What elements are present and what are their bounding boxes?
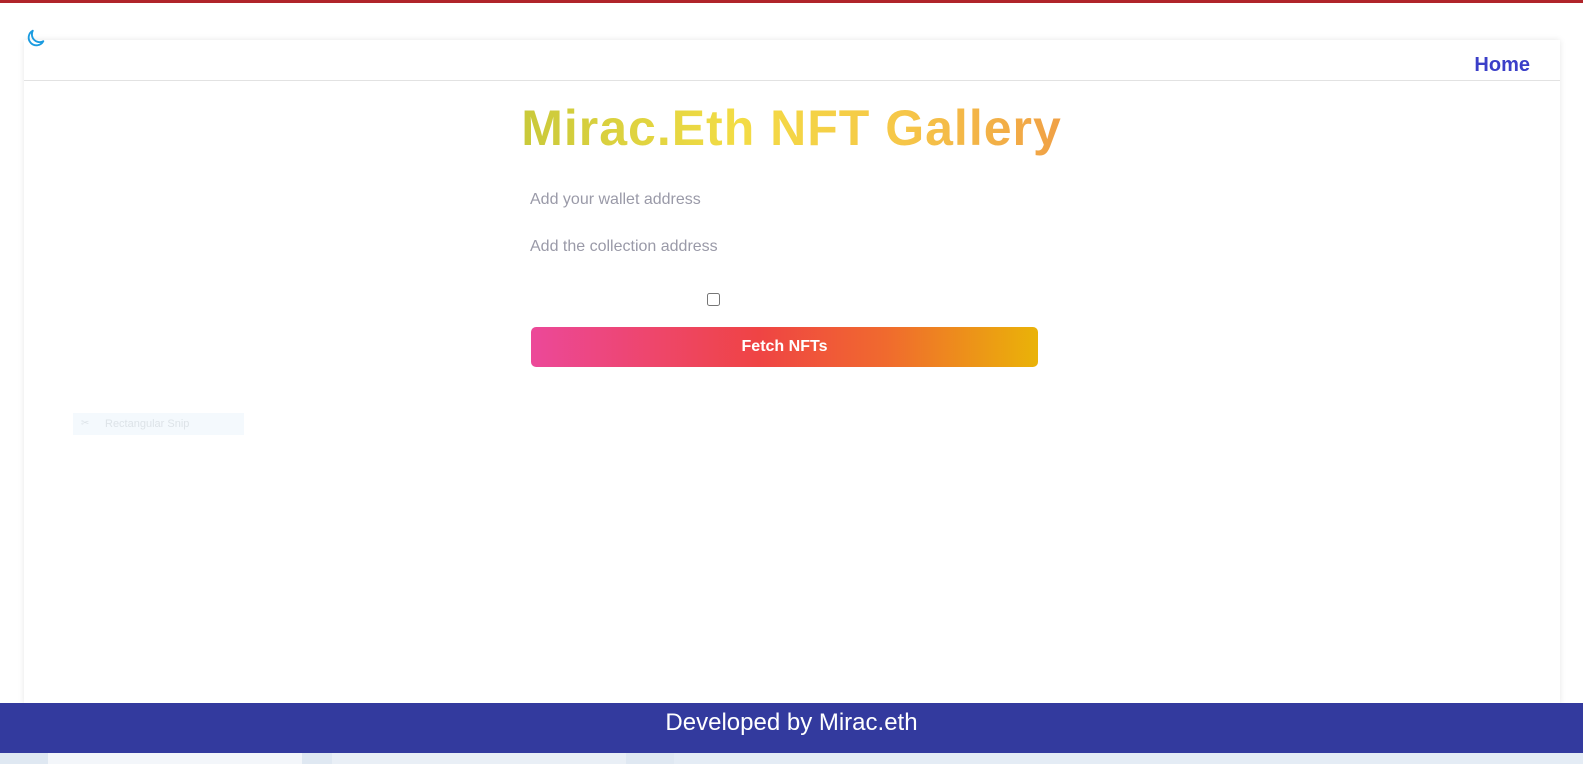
top-accent-line (0, 0, 1583, 3)
taskbar-item[interactable] (332, 753, 626, 764)
snip-label: Rectangular Snip (105, 418, 190, 430)
fetch-collection-checkbox[interactable] (707, 293, 720, 306)
page-title: Mirac.Eth NFT Gallery (0, 98, 1583, 158)
scissors-icon: ✂ (81, 418, 90, 429)
navbar: Home (24, 44, 1560, 81)
collection-address-input[interactable] (530, 233, 1038, 261)
page-title-text: Mirac.Eth NFT Gallery (521, 100, 1062, 156)
footer: Developed by Mirac.eth (0, 703, 1583, 753)
fetch-nfts-button[interactable]: Fetch NFTs (531, 327, 1038, 367)
wallet-address-input[interactable] (530, 186, 1038, 214)
taskbar (0, 753, 1583, 764)
nav-home-link[interactable]: Home (1474, 54, 1530, 77)
footer-text: Developed by Mirac.eth (665, 709, 918, 736)
rectangular-snip-overlay: ✂ Rectangular Snip (73, 413, 244, 435)
taskbar-item (674, 753, 1583, 764)
taskbar-item[interactable] (48, 753, 302, 764)
